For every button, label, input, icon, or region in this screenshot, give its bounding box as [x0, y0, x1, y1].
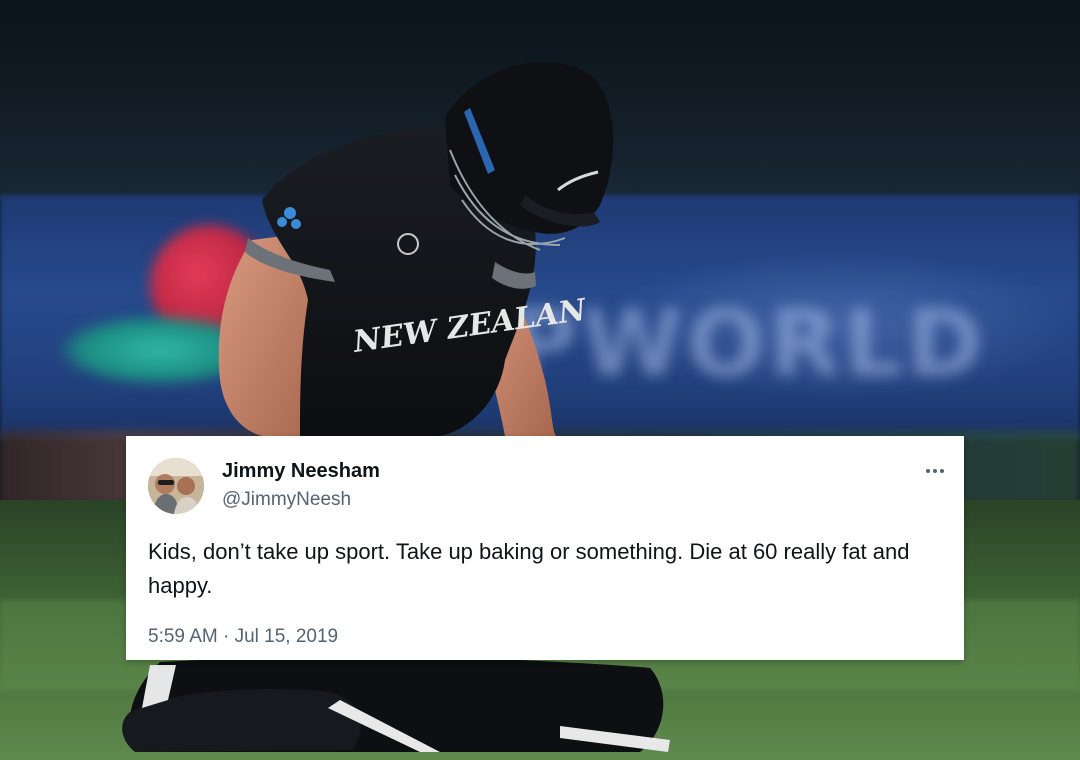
- tweet-timestamp[interactable]: 5:59 AM · Jul 15, 2019: [148, 626, 338, 648]
- more-horizontal-icon-dot: [940, 469, 944, 473]
- avatar-photo: [148, 458, 204, 514]
- more-options-button[interactable]: [920, 456, 950, 486]
- avatar[interactable]: [148, 458, 204, 514]
- tweet-text: Kids, don’t take up sport. Take up bakin…: [148, 539, 910, 598]
- tweet-card[interactable]: Jimmy Neesham @JimmyNeesh Kids, don’t ta…: [126, 436, 964, 660]
- more-horizontal-icon-dot: [933, 469, 937, 473]
- display-name[interactable]: Jimmy Neesham: [222, 460, 380, 483]
- more-horizontal-icon: [926, 469, 930, 473]
- user-handle[interactable]: @JimmyNeesh: [222, 489, 351, 511]
